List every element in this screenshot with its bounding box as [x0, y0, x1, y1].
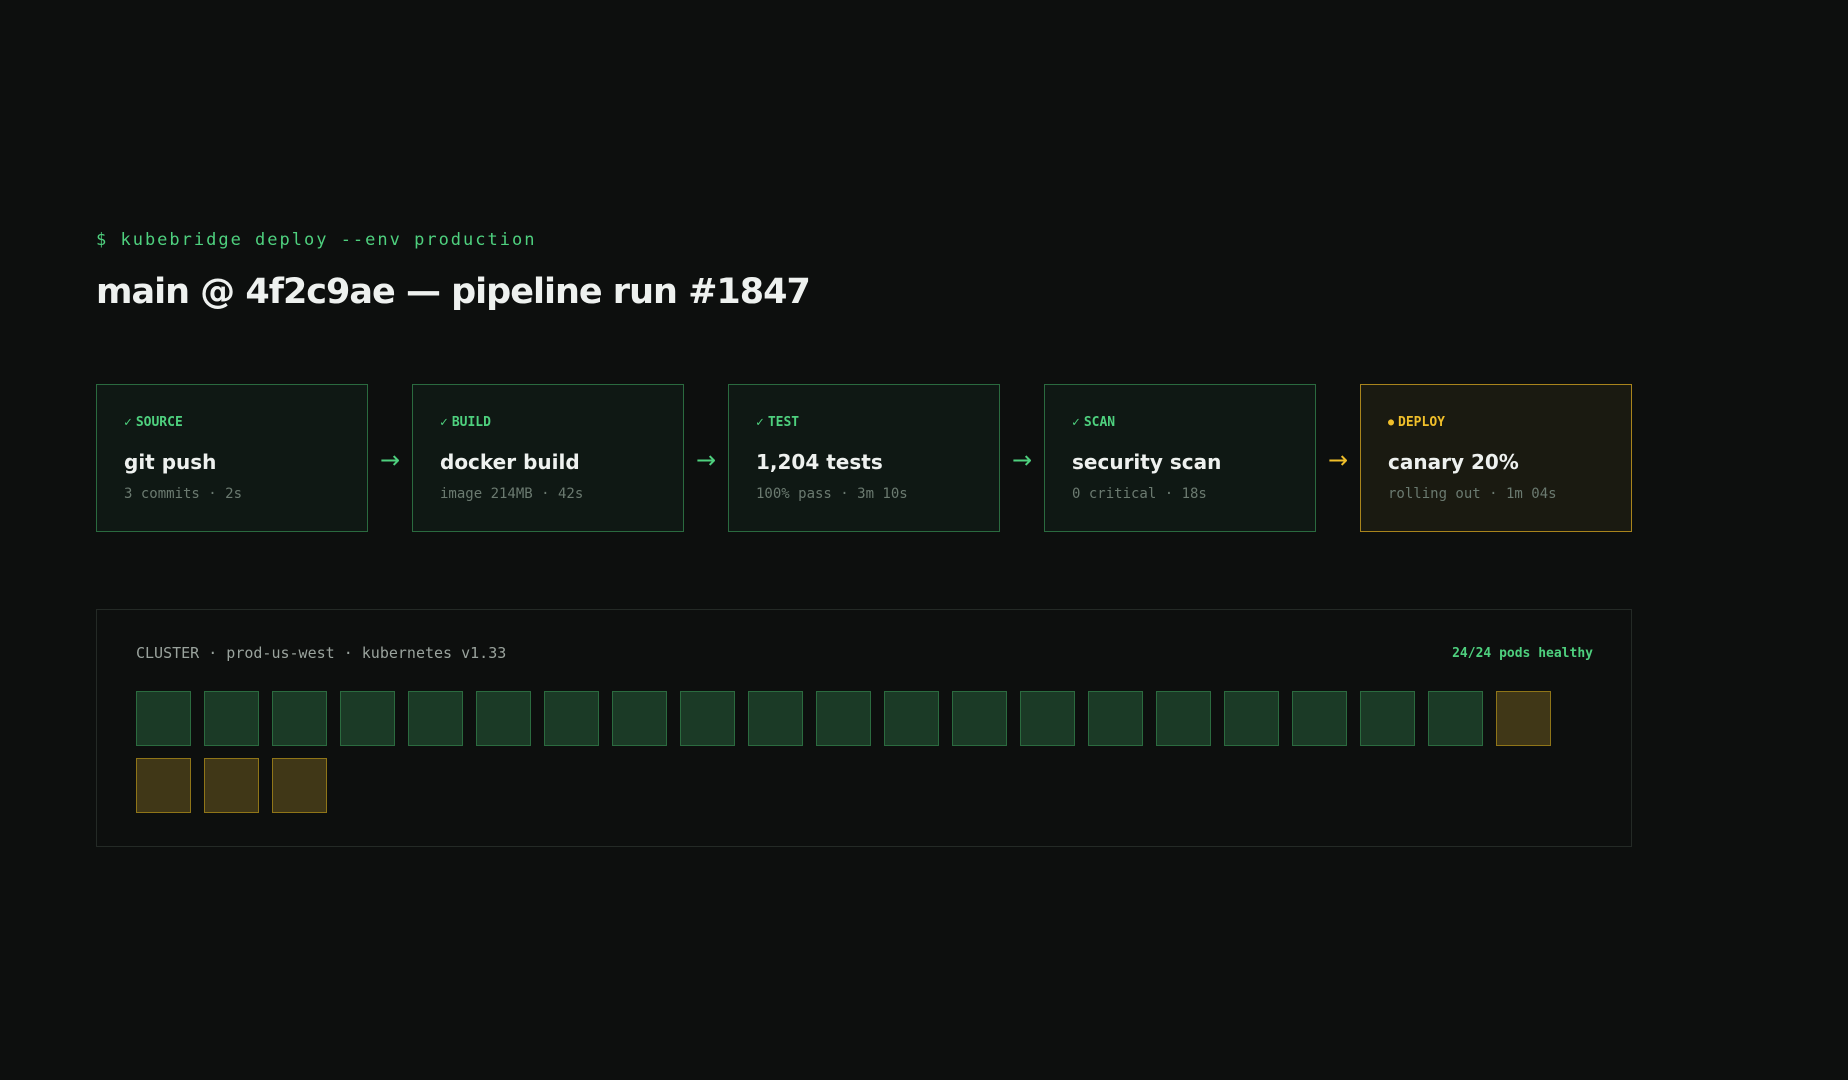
pod-updating[interactable]	[204, 758, 259, 813]
stage-meta: rolling out · 1m 04s	[1388, 486, 1557, 502]
pod-healthy[interactable]	[748, 691, 803, 746]
stage-test[interactable]: ✓ TEST 1,204 tests 100% pass · 3m 10s	[728, 384, 1000, 532]
stage-name: git push	[124, 450, 217, 474]
pod-healthy[interactable]	[952, 691, 1007, 746]
stage-source[interactable]: ✓ SOURCE git push 3 commits · 2s	[96, 384, 368, 532]
check-icon: ✓	[124, 415, 132, 430]
pod-healthy[interactable]	[884, 691, 939, 746]
arrow-right-icon: →	[1011, 446, 1033, 474]
pod-updating[interactable]	[136, 758, 191, 813]
stage-meta: 100% pass · 3m 10s	[756, 486, 908, 502]
pod-healthy[interactable]	[1292, 691, 1347, 746]
pod-healthy[interactable]	[136, 691, 191, 746]
stage-name: docker build	[440, 450, 580, 474]
cluster-panel: CLUSTER · prod-us-west · kubernetes v1.3…	[96, 609, 1632, 847]
pod-healthy[interactable]	[204, 691, 259, 746]
pod-healthy[interactable]	[612, 691, 667, 746]
stage-label: BUILD	[451, 415, 491, 430]
arrow-right-icon: →	[695, 446, 717, 474]
page-title: main @ 4f2c9ae — pipeline run #1847	[96, 272, 811, 312]
stage-name: 1,204 tests	[756, 450, 883, 474]
stage-meta: 3 commits · 2s	[124, 486, 243, 502]
check-icon: ✓	[756, 415, 764, 430]
pods-health-status: 24/24 pods healthy	[1452, 646, 1593, 661]
pod-healthy[interactable]	[272, 691, 327, 746]
pod-healthy[interactable]	[1224, 691, 1279, 746]
stage-status: ● DEPLOY	[1388, 415, 1445, 430]
pod-updating[interactable]	[272, 758, 327, 813]
pod-healthy[interactable]	[1428, 691, 1483, 746]
stage-build[interactable]: ✓ BUILD docker build image 214MB · 42s	[412, 384, 684, 532]
stage-label: SCAN	[1083, 415, 1116, 430]
stage-deploy[interactable]: ● DEPLOY canary 20% rolling out · 1m 04s	[1360, 384, 1632, 532]
pod-healthy[interactable]	[1360, 691, 1415, 746]
pod-healthy[interactable]	[1020, 691, 1075, 746]
stage-meta: 0 critical · 18s	[1072, 486, 1207, 502]
pod-updating[interactable]	[1496, 691, 1551, 746]
pod-healthy[interactable]	[816, 691, 871, 746]
stage-meta: image 214MB · 42s	[440, 486, 584, 502]
pod-healthy[interactable]	[340, 691, 395, 746]
dot-icon: ●	[1388, 417, 1395, 428]
stage-label: SOURCE	[135, 415, 183, 430]
check-icon: ✓	[1072, 415, 1080, 430]
stage-status: ✓ BUILD	[440, 415, 491, 430]
pod-healthy[interactable]	[1088, 691, 1143, 746]
stage-status: ✓ TEST	[756, 415, 799, 430]
pod-healthy[interactable]	[680, 691, 735, 746]
stage-status: ✓ SCAN	[1072, 415, 1115, 430]
pod-healthy[interactable]	[476, 691, 531, 746]
stage-scan[interactable]: ✓ SCAN security scan 0 critical · 18s	[1044, 384, 1316, 532]
stage-status: ✓ SOURCE	[124, 415, 183, 430]
pod-healthy[interactable]	[544, 691, 599, 746]
command-line: $ kubebridge deploy --env production	[96, 230, 537, 250]
pod-grid	[136, 691, 1556, 813]
arrow-right-icon: →	[379, 446, 401, 474]
pod-healthy[interactable]	[1156, 691, 1211, 746]
check-icon: ✓	[440, 415, 448, 430]
stage-label: DEPLOY	[1398, 415, 1445, 430]
stage-name: canary 20%	[1388, 450, 1519, 474]
stage-label: TEST	[767, 415, 800, 430]
pod-healthy[interactable]	[408, 691, 463, 746]
cluster-label: CLUSTER · prod-us-west · kubernetes v1.3…	[136, 644, 507, 662]
stage-name: security scan	[1072, 450, 1222, 474]
arrow-right-icon: →	[1327, 446, 1349, 474]
